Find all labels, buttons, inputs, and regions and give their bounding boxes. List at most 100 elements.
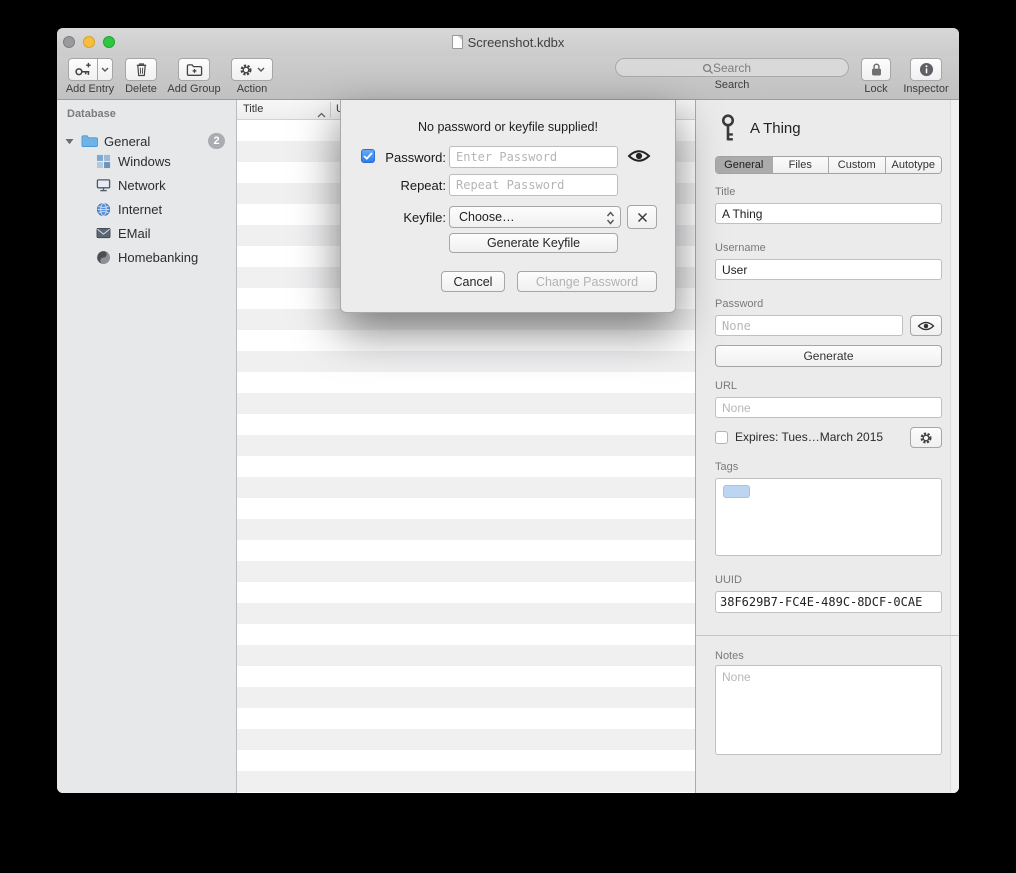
title-label: Title (715, 186, 735, 198)
lock-label: Lock (864, 83, 887, 95)
tab-autotype[interactable]: Autotype (886, 157, 942, 173)
chevron-down-icon (101, 67, 109, 72)
title-field[interactable] (715, 203, 942, 224)
titlebar: Screenshot.kdbx (57, 28, 959, 56)
password-checkbox[interactable] (361, 149, 375, 163)
dialog-show-password-button[interactable] (627, 148, 651, 169)
url-field[interactable] (715, 397, 942, 418)
tags-box[interactable] (715, 478, 942, 556)
sidebar-item-label: Internet (118, 202, 162, 217)
eye-icon (917, 320, 935, 332)
change-password-dialog: No password or keyfile supplied! Passwor… (340, 100, 676, 313)
column-header-title[interactable]: Title (243, 103, 263, 115)
show-password-button[interactable] (910, 315, 942, 336)
add-entry-button[interactable] (68, 58, 113, 81)
folder-icon (81, 134, 98, 148)
url-label: URL (715, 380, 737, 392)
eye-icon (627, 148, 651, 164)
username-label: Username (715, 242, 766, 254)
action-item: Action (229, 58, 275, 95)
gear-icon (919, 431, 933, 445)
document-icon (452, 35, 463, 49)
expires-checkbox[interactable] (715, 431, 728, 444)
add-group-item: Add Group (165, 58, 223, 95)
column-divider[interactable] (330, 102, 331, 118)
dialog-repeat-input[interactable] (449, 174, 618, 196)
group-count-badge: 2 (208, 133, 225, 149)
chevron-down-icon (257, 67, 265, 72)
password-label: Password (715, 298, 763, 310)
envelope-icon (95, 227, 112, 239)
coin-icon (95, 250, 112, 265)
generate-password-button[interactable]: Generate (715, 345, 942, 367)
close-icon (637, 212, 648, 223)
entry-title: A Thing (750, 120, 801, 137)
inspector-tabs: General Files Custom Autotype (715, 156, 942, 174)
expires-settings-button[interactable] (910, 427, 942, 448)
key-plus-icon (74, 62, 92, 77)
uuid-field[interactable] (715, 591, 942, 613)
search-icon (702, 62, 714, 80)
search-field (615, 58, 849, 77)
notes-field[interactable] (715, 665, 942, 755)
disclosure-triangle-icon[interactable] (65, 132, 75, 150)
inspector-button[interactable] (910, 58, 942, 81)
dialog-password-label: Password: (381, 150, 446, 165)
tab-custom[interactable]: Custom (829, 157, 886, 173)
sidebar-item-internet[interactable]: Internet (57, 198, 237, 220)
tag-chip[interactable] (723, 485, 750, 498)
popup-stepper-icon (606, 210, 615, 231)
add-entry-main-button[interactable] (68, 58, 98, 81)
sidebar-header: Database (67, 108, 116, 120)
password-field[interactable] (715, 315, 903, 336)
inspector-label: Inspector (903, 83, 948, 95)
window-title: Screenshot.kdbx (468, 35, 565, 50)
action-button[interactable] (231, 58, 273, 81)
delete-label: Delete (125, 83, 157, 95)
window-title-area: Screenshot.kdbx (57, 28, 959, 56)
add-entry-dropdown-button[interactable] (98, 58, 113, 81)
delete-item: Delete (121, 58, 161, 95)
entry-header: A Thing (720, 114, 801, 142)
sidebar-item-homebanking[interactable]: Homebanking (57, 246, 237, 268)
sidebar-group-label: General (104, 134, 150, 149)
toolbar: Add Entry Delete (57, 56, 959, 100)
sidebar-item-label: Homebanking (118, 250, 198, 265)
add-group-button[interactable] (178, 58, 210, 81)
key-icon (720, 114, 736, 142)
sidebar: Database General 2 (57, 100, 237, 793)
sidebar-item-windows[interactable]: Windows (57, 150, 237, 172)
dialog-password-input[interactable] (449, 146, 618, 168)
uuid-label: UUID (715, 574, 742, 586)
expires-row: Expires: Tues…March 2015 (715, 430, 883, 444)
sidebar-group-general[interactable]: General 2 (57, 130, 237, 152)
search-input[interactable] (616, 60, 848, 77)
inspector-item: Inspector (898, 58, 954, 95)
dialog-repeat-label: Repeat: (381, 178, 446, 193)
globe-icon (95, 202, 112, 217)
username-field[interactable] (715, 259, 942, 280)
checkmark-icon (363, 152, 373, 160)
inspector-panel: A Thing General Files Custom Autotype Ti… (695, 100, 959, 793)
sidebar-item-email[interactable]: EMail (57, 222, 237, 244)
clear-keyfile-button[interactable] (627, 205, 657, 229)
keyfile-popup[interactable]: Choose… (449, 206, 621, 228)
sidebar-item-label: EMail (118, 226, 151, 241)
expires-label: Expires: Tues…March 2015 (735, 430, 883, 444)
delete-button[interactable] (125, 58, 157, 81)
sidebar-item-network[interactable]: Network (57, 174, 237, 196)
search-item: Search (615, 58, 849, 91)
change-password-button[interactable]: Change Password (517, 271, 657, 292)
folder-plus-icon (186, 63, 203, 77)
tags-label: Tags (715, 461, 738, 473)
cancel-button[interactable]: Cancel (441, 271, 505, 292)
dialog-message: No password or keyfile supplied! (341, 120, 675, 134)
dialog-keyfile-label: Keyfile: (381, 210, 446, 225)
tab-files[interactable]: Files (773, 157, 830, 173)
lock-button[interactable] (861, 58, 891, 81)
generate-keyfile-button[interactable]: Generate Keyfile (449, 233, 618, 253)
inspector-scrollbar-track[interactable] (950, 100, 959, 793)
lock-item: Lock (856, 58, 896, 95)
sidebar-item-label: Network (118, 178, 166, 193)
tab-general[interactable]: General (716, 157, 773, 173)
